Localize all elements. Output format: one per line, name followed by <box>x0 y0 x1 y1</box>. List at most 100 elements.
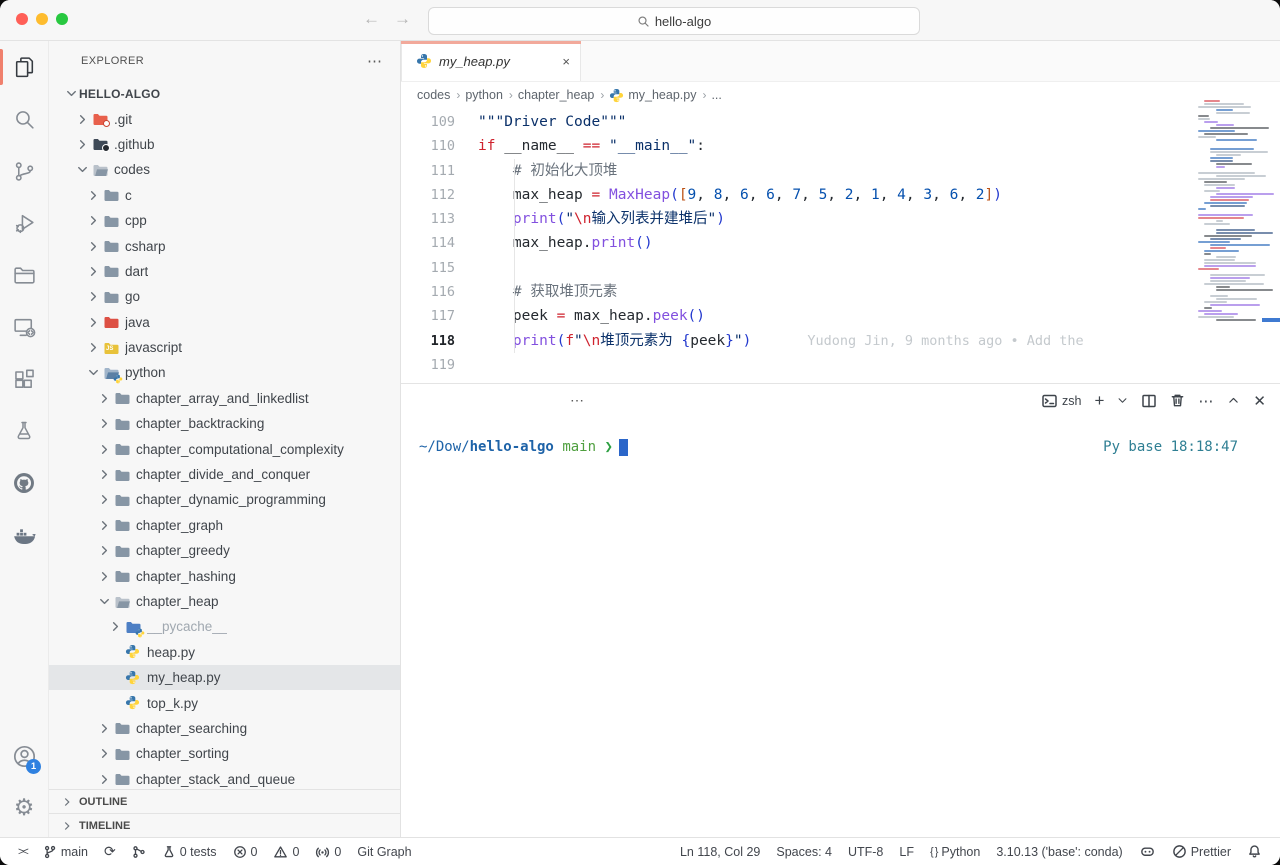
tree-row[interactable]: chapter_greedy <box>49 538 400 563</box>
activity-bar-item[interactable] <box>0 457 48 509</box>
tree-row[interactable]: chapter_heap <box>49 589 400 614</box>
tree-row[interactable]: chapter_dynamic_programming <box>49 487 400 512</box>
tree-row[interactable]: java <box>49 310 400 335</box>
tree-row[interactable]: csharp <box>49 233 400 258</box>
breadcrumb-item[interactable]: codes › <box>417 88 462 102</box>
code-line[interactable]: 111 # 初始化大顶堆 <box>401 159 1184 183</box>
tree-row[interactable]: c <box>49 183 400 208</box>
outline-section[interactable]: OUTLINE <box>49 789 400 814</box>
python-icon <box>125 695 142 711</box>
close-window-button[interactable] <box>16 13 28 25</box>
code-lines: 109"""Driver Code"""110if __name__ == "_… <box>401 110 1184 377</box>
status-item[interactable] <box>1139 844 1156 859</box>
terminal[interactable]: ~/Dow/hello-algo main ❯ Py base 18:18:47 <box>401 417 1280 838</box>
chev-right-icon <box>85 263 101 279</box>
tree-row[interactable]: heap.py <box>49 640 400 665</box>
activity-bar-item[interactable] <box>0 197 48 249</box>
tree-row[interactable]: chapter_backtracking <box>49 411 400 436</box>
forward-arrow-icon[interactable]: → <box>394 9 411 29</box>
tree-row[interactable]: .github <box>49 132 400 157</box>
panel-action[interactable]: ⋯ <box>1198 392 1214 410</box>
panel-action[interactable]: ✕ <box>1253 392 1266 410</box>
code-line[interactable]: 118 print(f"\n堆顶元素为 {peek}")Yudong Jin, … <box>401 329 1184 353</box>
activity-bar-item[interactable] <box>0 41 48 93</box>
status-item[interactable]: 0 <box>233 845 258 859</box>
tree-row[interactable]: top_k.py <box>49 690 400 715</box>
maximize-window-button[interactable] <box>56 13 68 25</box>
tree-row[interactable]: chapter_sorting <box>49 741 400 766</box>
activity-bar-item[interactable] <box>0 145 48 197</box>
code-line[interactable]: 115 <box>401 256 1184 280</box>
status-item[interactable]: 0 <box>315 845 341 859</box>
status-item[interactable]: 0 tests <box>162 845 217 859</box>
code-line[interactable]: 114 max_heap.print() <box>401 231 1184 255</box>
command-center-search[interactable]: hello-algo <box>428 7 920 35</box>
tree-row[interactable]: go <box>49 284 400 309</box>
panel-action[interactable] <box>1170 393 1185 408</box>
code-line[interactable]: 116 # 获取堆顶元素 <box>401 280 1184 304</box>
code-line[interactable]: 109"""Driver Code""" <box>401 110 1184 134</box>
explorer-more-actions-button[interactable]: ⋯ <box>367 52 382 70</box>
back-arrow-icon[interactable]: ← <box>363 9 380 29</box>
tree-row[interactable]: chapter_computational_complexity <box>49 436 400 461</box>
tree-row[interactable]: chapter_graph <box>49 513 400 538</box>
status-item[interactable]: Spaces: 4 <box>776 845 832 859</box>
tree-row[interactable]: codes <box>49 157 400 182</box>
status-item[interactable] <box>132 845 146 859</box>
code-line[interactable]: 119 <box>401 353 1184 377</box>
timeline-section[interactable]: TIMELINE <box>49 813 400 838</box>
status-item[interactable]: 3.10.13 ('base': conda) <box>996 845 1122 859</box>
tree-row[interactable]: HELLO-ALGO <box>49 81 400 106</box>
tree-row[interactable]: chapter_array_and_linkedlist <box>49 386 400 411</box>
code-line[interactable]: 113 print("\n输入列表并建堆后") <box>401 207 1184 231</box>
status-item[interactable]: UTF-8 <box>848 845 883 859</box>
status-item[interactable]: ⟳ <box>104 843 116 860</box>
activity-bar-item[interactable] <box>0 249 48 301</box>
tree-row[interactable]: dart <box>49 259 400 284</box>
tree-row[interactable]: my_heap.py <box>49 665 400 690</box>
code-line[interactable]: 112 max_heap = MaxHeap([9, 8, 6, 6, 7, 5… <box>401 183 1184 207</box>
status-item[interactable] <box>1247 844 1262 859</box>
minimap[interactable] <box>1184 100 1280 336</box>
activity-bar-item[interactable]: 1 <box>0 730 48 782</box>
activity-bar-item[interactable] <box>0 509 48 561</box>
panel-action[interactable] <box>1117 395 1128 406</box>
status-item[interactable]: Ln 118, Col 29 <box>680 845 760 859</box>
minimize-window-button[interactable] <box>36 13 48 25</box>
panel-more-tabs-button[interactable]: ⋯ <box>570 392 584 409</box>
status-item[interactable]: { } Python <box>930 845 980 859</box>
status-item[interactable]: 0 <box>273 845 299 859</box>
tree-row[interactable]: python <box>49 360 400 385</box>
activity-bar-item[interactable] <box>0 353 48 405</box>
status-item[interactable]: main <box>43 845 88 859</box>
chev-right-icon <box>85 187 101 203</box>
breadcrumb-item[interactable]: ... <box>711 88 721 102</box>
breadcrumb-item[interactable]: chapter_heap › <box>518 88 606 102</box>
tree-row[interactable]: chapter_hashing <box>49 563 400 588</box>
activity-bar-item[interactable] <box>0 405 48 457</box>
status-item[interactable]: LF <box>899 845 914 859</box>
panel-action[interactable]: zsh <box>1041 393 1081 409</box>
breadcrumb-item[interactable]: python › <box>465 88 515 102</box>
panel-action[interactable] <box>1227 394 1240 407</box>
code-line[interactable]: 117 peek = max_heap.peek() <box>401 304 1184 328</box>
tree-row[interactable]: __pycache__ <box>49 614 400 639</box>
tree-row[interactable]: .git <box>49 106 400 131</box>
tree-row[interactable]: cpp <box>49 208 400 233</box>
code-line[interactable]: 110if __name__ == "__main__": <box>401 134 1184 158</box>
status-item[interactable]: Prettier <box>1172 844 1231 859</box>
activity-bar-item[interactable] <box>0 93 48 145</box>
tree-row[interactable]: chapter_stack_and_queue <box>49 767 400 790</box>
close-tab-icon[interactable]: × <box>562 54 570 69</box>
tab-my-heap[interactable]: my_heap.py × <box>401 41 581 81</box>
activity-bar-item[interactable]: ⚙ <box>0 782 48 834</box>
breadcrumb-item[interactable]: my_heap.py › <box>609 88 708 103</box>
status-item[interactable]: >< <box>18 846 27 858</box>
activity-bar-item[interactable] <box>0 301 48 353</box>
status-item[interactable]: Git Graph <box>357 845 411 859</box>
panel-action[interactable] <box>1141 393 1157 409</box>
panel-action[interactable]: + <box>1094 391 1104 411</box>
tree-row[interactable]: JS javascript <box>49 335 400 360</box>
tree-row[interactable]: chapter_searching <box>49 716 400 741</box>
tree-row[interactable]: chapter_divide_and_conquer <box>49 462 400 487</box>
